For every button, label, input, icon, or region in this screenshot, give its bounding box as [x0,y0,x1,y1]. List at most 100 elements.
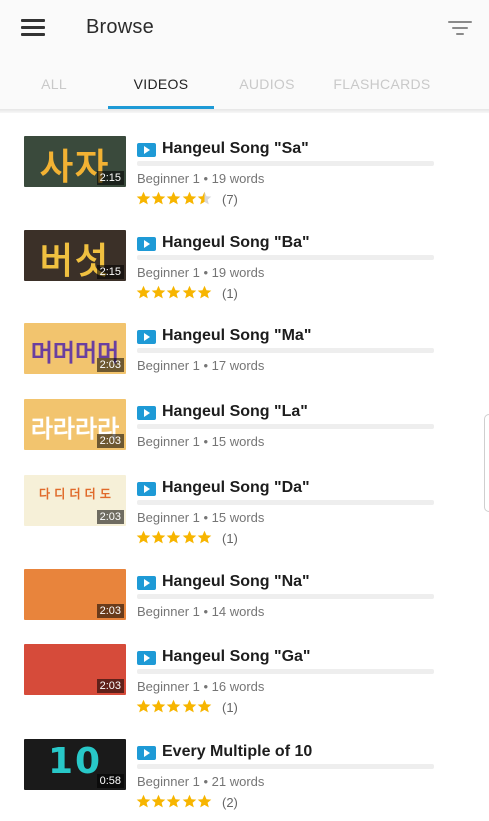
video-thumbnail[interactable]: 2:03 [24,644,126,695]
star-icon [151,530,166,544]
progress-bar [137,348,434,353]
star-icon [182,285,197,299]
progress-bar [137,255,434,260]
video-play-icon [137,651,156,665]
list-item[interactable]: 2:03 Hangeul Song "Ga" Beginner 1 • 16 wor… [0,644,489,722]
rating-count: (7) [222,192,238,207]
app-bar: Browse [0,0,489,58]
list-item[interactable]: 라라라라 2:03 Hangeul Song "La" Beginner 1 • 15… [0,399,489,477]
tab-all[interactable]: ALL [0,58,108,110]
progress-bar [137,161,434,166]
rating-stars [136,530,212,546]
video-title: Hangeul Song "Ma" [162,327,312,344]
video-meta: Beginner 1 • 19 words [137,171,265,186]
rating-count: (2) [222,795,238,810]
star-icon [166,191,181,205]
video-play-icon [137,406,156,420]
video-duration: 2:03 [96,510,124,524]
rating-stars [136,699,212,715]
video-duration: 2:03 [96,358,124,372]
video-thumbnail[interactable]: 다 디 더 더 도 2:03 [24,475,126,526]
video-duration: 2:15 [96,171,124,185]
star-icon [182,191,197,205]
star-icon [197,530,212,544]
video-play-icon [137,143,156,157]
tab-videos[interactable]: VIDEOS [108,58,214,110]
video-play-icon [137,237,156,251]
video-title: Hangeul Song "Ba" [162,234,310,251]
list-item[interactable]: 10 0:58 Every Multiple of 10 Beginner 1 • 2… [0,739,489,817]
thumbnail-text: 다 디 더 더 도 [39,487,111,501]
star-icon [166,794,181,808]
video-thumbnail[interactable]: 2:03 [24,569,126,620]
star-icon [151,794,166,808]
page-title: Browse [86,16,154,38]
star-icon [197,285,212,299]
rating-stars [136,794,212,810]
video-meta: Beginner 1 • 15 words [137,510,265,525]
rating-count: (1) [222,286,238,301]
video-thumbnail[interactable]: 머머머머 2:03 [24,323,126,374]
scrollbar-handle[interactable] [484,414,489,512]
star-icon [151,191,166,205]
rating-stars [136,191,212,207]
video-meta: Beginner 1 • 19 words [137,265,265,280]
progress-bar [137,669,434,674]
video-thumbnail[interactable]: 10 0:58 [24,739,126,790]
video-title: Every Multiple of 10 [162,743,313,760]
tab-flashcards[interactable]: FLASHCARDS [320,58,444,110]
video-thumbnail[interactable]: 버섯 2:15 [24,230,126,281]
video-title: Hangeul Song "Da" [162,479,310,496]
progress-bar [137,500,434,505]
list-item[interactable]: 2:03 Hangeul Song "Na" Beginner 1 • 14 wor… [0,569,489,647]
rating-stars [136,285,212,301]
video-play-icon [137,482,156,496]
star-icon [182,530,197,544]
video-thumbnail[interactable]: 라라라라 2:03 [24,399,126,450]
list-item[interactable]: 다 디 더 더 도 2:03 Hangeul Song "Da" Beginner 1… [0,475,489,553]
video-meta: Beginner 1 • 16 words [137,679,265,694]
list-item[interactable]: 버섯 2:15 Hangeul Song "Ba" Beginner 1 • 19 w… [0,230,489,308]
star-icon [151,699,166,713]
video-title: Hangeul Song "Ga" [162,648,311,665]
star-icon [136,191,151,205]
video-meta: Beginner 1 • 21 words [137,774,265,789]
video-meta: Beginner 1 • 14 words [137,604,265,619]
divider [0,109,489,113]
rating-count: (1) [222,531,238,546]
star-icon [136,699,151,713]
tab-audios[interactable]: AUDIOS [214,58,320,110]
list-item[interactable]: 머머머머 2:03 Hangeul Song "Ma" Beginner 1 • 17… [0,323,489,401]
video-meta: Beginner 1 • 15 words [137,434,265,449]
video-play-icon [137,746,156,760]
star-icon [166,530,181,544]
video-duration: 2:03 [96,604,124,618]
star-icon [136,285,151,299]
star-icon [197,794,212,808]
progress-bar [137,424,434,429]
video-title: Hangeul Song "Sa" [162,140,309,157]
video-play-icon [137,330,156,344]
star-icon [151,285,166,299]
video-thumbnail[interactable]: 사자 2:15 [24,136,126,187]
progress-bar [137,594,434,599]
star-icon [166,699,181,713]
star-icon [197,699,212,713]
video-meta: Beginner 1 • 17 words [137,358,265,373]
star-icon [197,191,212,205]
star-icon [136,530,151,544]
star-icon [182,699,197,713]
video-duration: 2:03 [96,434,124,448]
filter-icon[interactable] [448,21,472,37]
star-icon [182,794,197,808]
video-duration: 0:58 [96,774,124,788]
tab-bar: ALL VIDEOS AUDIOS FLASHCARDS [0,58,489,110]
star-icon [136,794,151,808]
progress-bar [137,764,434,769]
video-duration: 2:03 [96,679,124,693]
list-item[interactable]: 사자 2:15 Hangeul Song "Sa" Beginner 1 • 19 w… [0,136,489,214]
hamburger-menu-icon[interactable] [21,19,45,37]
rating-count: (1) [222,700,238,715]
video-play-icon [137,576,156,590]
video-duration: 2:15 [96,265,124,279]
